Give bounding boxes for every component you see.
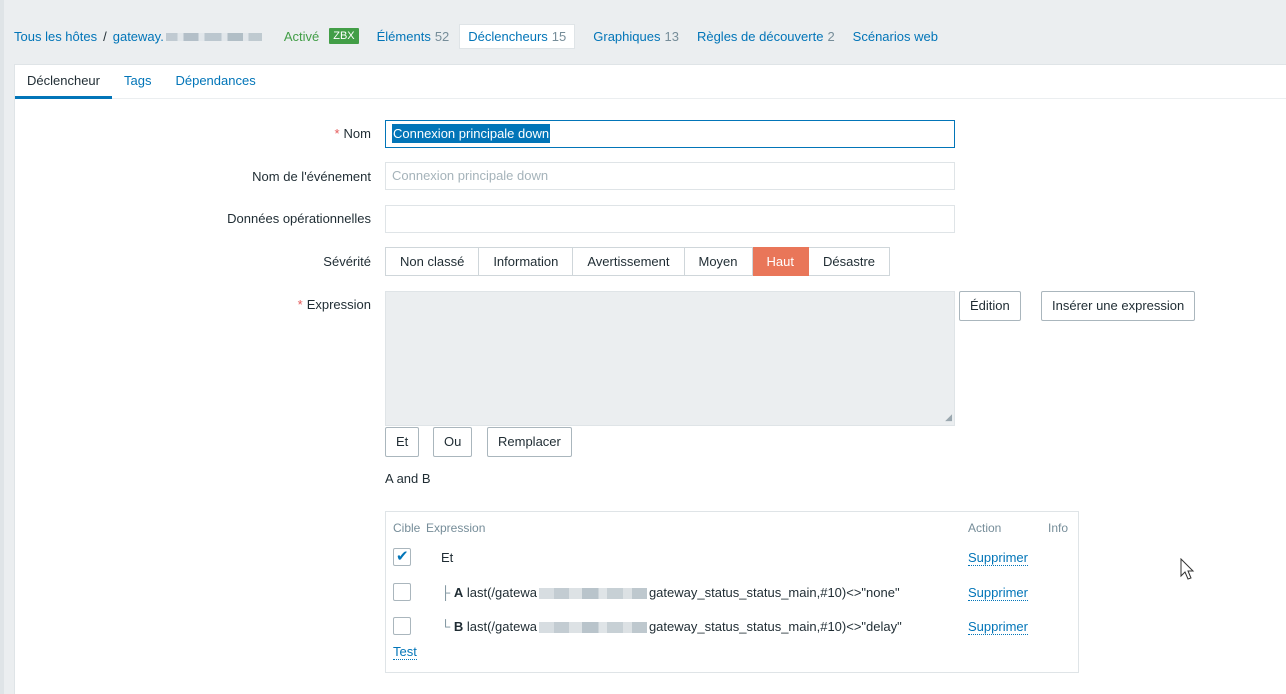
tab-tags[interactable]: Tags bbox=[112, 65, 163, 98]
breadcrumb-host[interactable]: gateway. bbox=[113, 29, 262, 44]
severity-average[interactable]: Moyen bbox=[684, 247, 753, 276]
or-button[interactable]: Ou bbox=[433, 427, 473, 457]
mouse-cursor-icon bbox=[1180, 558, 1195, 580]
redacted-hostname bbox=[165, 33, 262, 42]
expression-label: * Expression bbox=[297, 297, 371, 312]
required-mark: * bbox=[297, 297, 303, 312]
nav-items-link[interactable]: Éléments 52 bbox=[377, 29, 450, 44]
delete-link-and[interactable]: Supprimer bbox=[968, 550, 1028, 566]
opdata-label: Données opérationnelles bbox=[227, 211, 371, 226]
tree-branch-icon: ├ bbox=[441, 585, 451, 600]
event-name-placeholder: Connexion principale down bbox=[392, 168, 549, 183]
nav-graphs-link[interactable]: Graphiques 13 bbox=[593, 29, 679, 44]
resize-grip-icon[interactable]: ◢ bbox=[945, 412, 952, 423]
nav-discovery-rules-link[interactable]: Règles de découverte 2 bbox=[697, 29, 835, 44]
name-label: * Nom bbox=[334, 126, 371, 141]
left-edge bbox=[0, 0, 4, 694]
tab-dependencies[interactable]: Dépendances bbox=[163, 65, 267, 98]
breadcrumb-separator: / bbox=[103, 28, 107, 44]
header-action: Action bbox=[968, 521, 1002, 535]
check-icon: ✔ bbox=[396, 548, 409, 565]
delete-link-b[interactable]: Supprimer bbox=[968, 619, 1028, 635]
tab-trigger[interactable]: Déclencheur bbox=[15, 65, 112, 99]
edit-expression-button[interactable]: Édition bbox=[959, 291, 1021, 321]
target-checkbox-b[interactable] bbox=[393, 617, 411, 635]
severity-high[interactable]: Haut bbox=[752, 247, 809, 276]
trigger-form-panel: Déclencheur Tags Dépendances * Nom Connex… bbox=[14, 64, 1286, 694]
opdata-input[interactable] bbox=[385, 205, 955, 233]
severity-label: Sévérité bbox=[323, 254, 371, 269]
name-input-value: Connexion principale down bbox=[392, 124, 551, 143]
builder-row-and: Et bbox=[441, 550, 454, 565]
form-tabs: Déclencheur Tags Dépendances bbox=[15, 65, 1286, 99]
severity-disaster[interactable]: Désastre bbox=[809, 247, 891, 276]
expression-builder-table: Cible Expression Action Info ✔ Et Suppri… bbox=[385, 511, 1079, 673]
nav-triggers-link[interactable]: Déclencheurs 15 bbox=[459, 23, 576, 49]
host-status-active[interactable]: Activé bbox=[284, 29, 319, 44]
and-button[interactable]: Et bbox=[385, 427, 420, 457]
header-info: Info bbox=[1048, 521, 1069, 535]
target-checkbox-a[interactable] bbox=[393, 583, 411, 601]
nav-web-scenarios-link[interactable]: Scénarios web bbox=[853, 29, 938, 44]
host-navigation-bar: Tous les hôtes / gateway. Activé ZBX Élé… bbox=[14, 22, 938, 50]
expression-textarea[interactable]: ◢ bbox=[385, 291, 955, 426]
event-name-input[interactable]: Connexion principale down bbox=[385, 162, 955, 190]
severity-warning[interactable]: Avertissement bbox=[573, 247, 685, 276]
expression-summary: A and B bbox=[385, 471, 431, 486]
replace-button[interactable]: Remplacer bbox=[487, 427, 572, 457]
delete-link-a[interactable]: Supprimer bbox=[968, 585, 1028, 601]
name-input[interactable]: Connexion principale down bbox=[385, 120, 955, 148]
test-expression-link[interactable]: Test bbox=[393, 644, 417, 660]
severity-not-classified[interactable]: Non classé bbox=[385, 247, 480, 276]
tree-end-icon: └ bbox=[441, 619, 451, 634]
redacted-host bbox=[538, 588, 647, 600]
insert-expression-button[interactable]: Insérer une expression bbox=[1041, 291, 1196, 321]
redacted-host bbox=[538, 622, 647, 634]
header-expression: Expression bbox=[426, 521, 486, 535]
severity-information[interactable]: Information bbox=[479, 247, 574, 276]
builder-row-b: └ B last(/gatewa gateway_status_status_ma… bbox=[441, 619, 902, 634]
target-checkbox-and[interactable]: ✔ bbox=[393, 548, 411, 566]
builder-row-a: ├ A last(/gatewa gateway_status_status_ma… bbox=[441, 585, 900, 600]
severity-selector: Non classé Information Avertissement Moy… bbox=[385, 247, 891, 276]
breadcrumb-all-hosts[interactable]: Tous les hôtes bbox=[14, 29, 97, 44]
event-name-label: Nom de l'événement bbox=[252, 169, 371, 184]
header-target: Cible bbox=[393, 521, 421, 535]
zbx-availability-badge: ZBX bbox=[329, 28, 359, 44]
host-name: gateway. bbox=[112, 28, 164, 44]
required-mark: * bbox=[334, 126, 340, 141]
